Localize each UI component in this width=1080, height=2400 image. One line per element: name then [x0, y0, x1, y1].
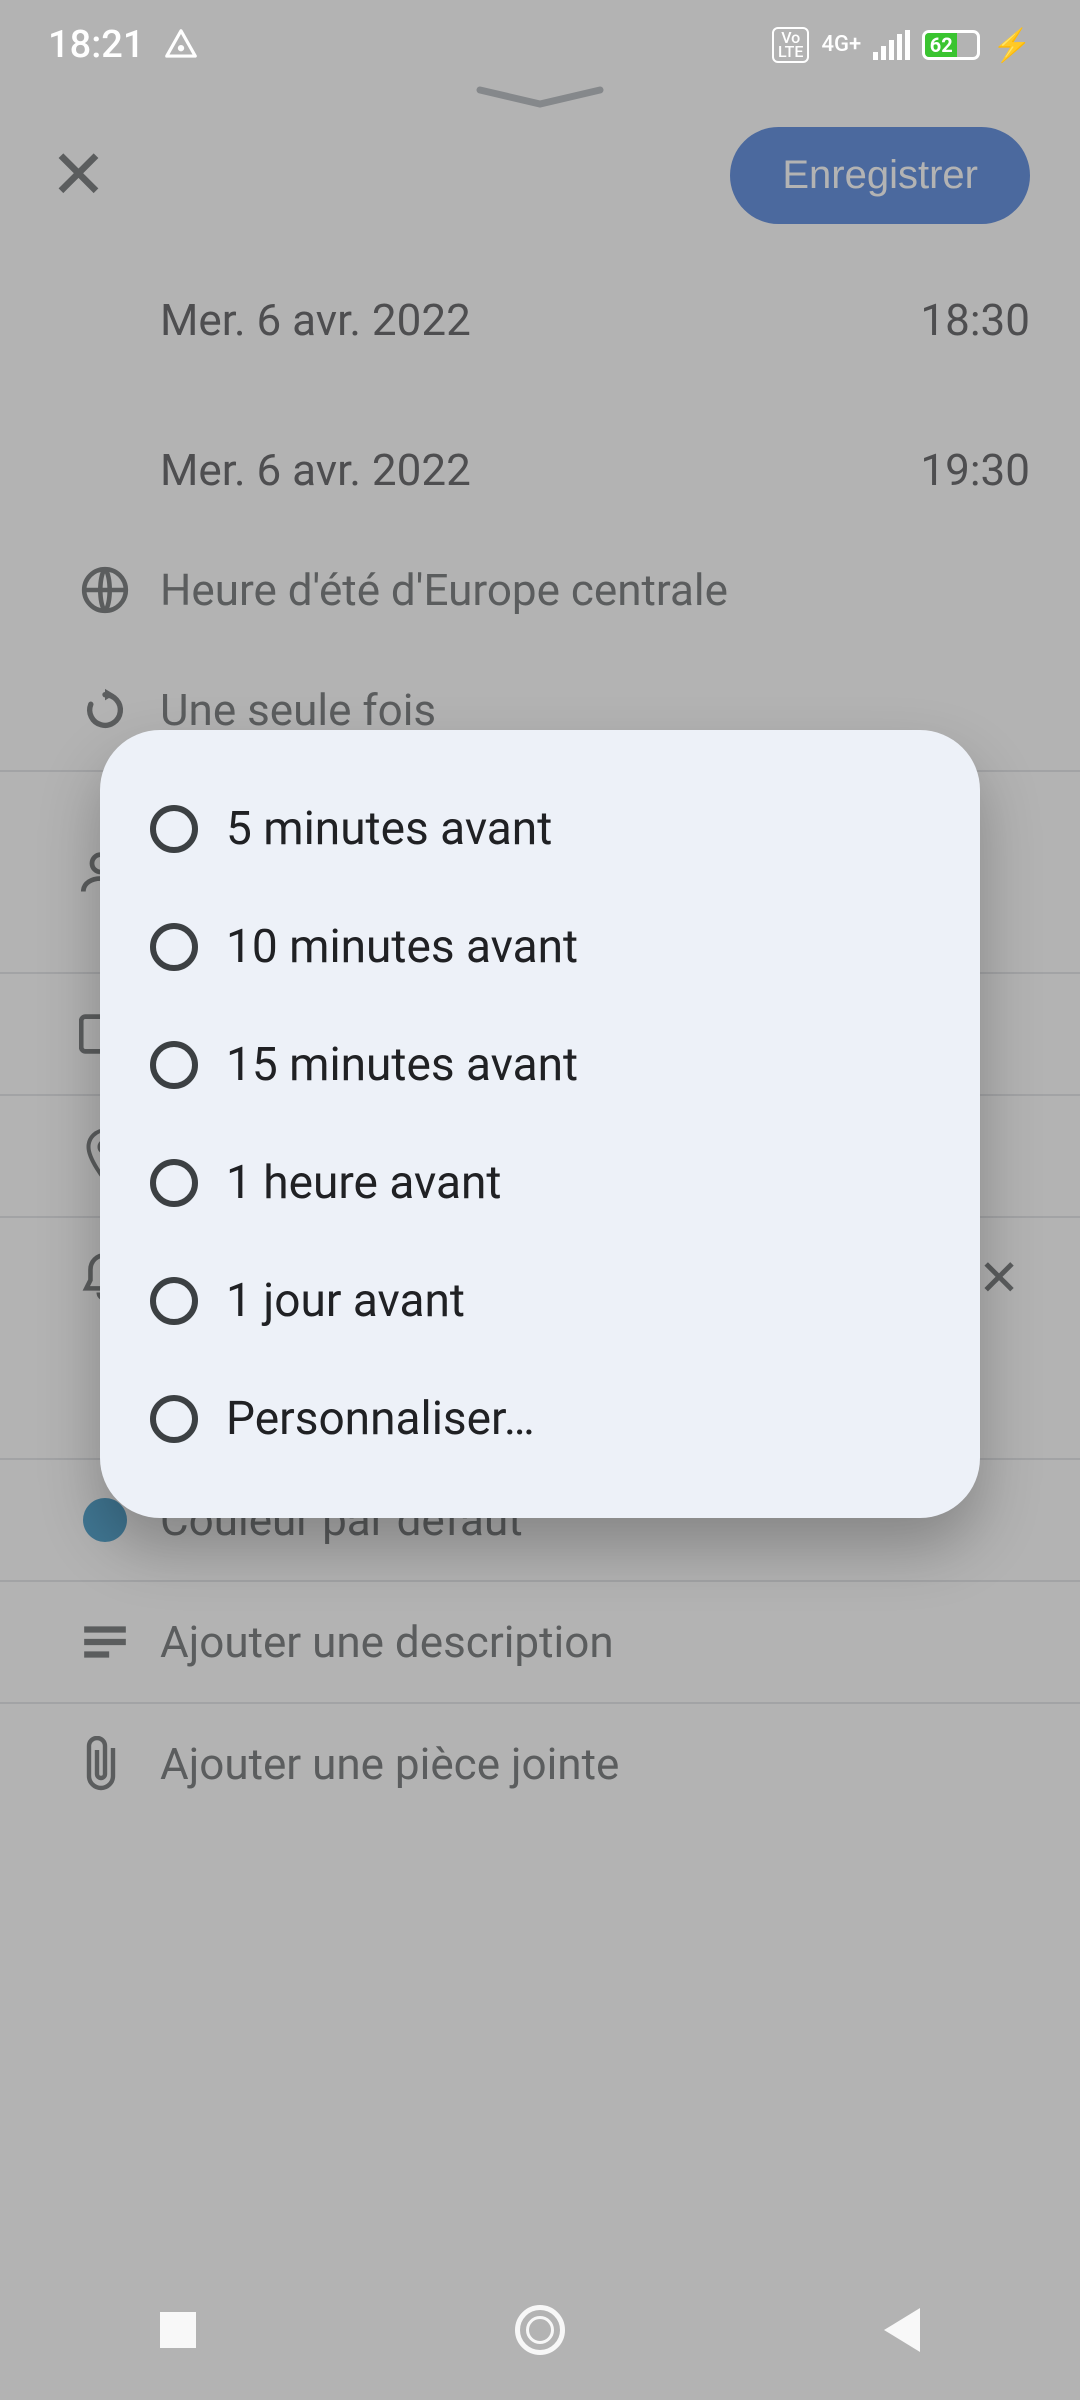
description-label: Ajouter une description [160, 1616, 1030, 1668]
recurrence-label: Une seule fois [160, 684, 1030, 736]
close-button[interactable]: ✕ [50, 141, 107, 209]
start-time[interactable]: 18:30 [920, 294, 1030, 346]
reminder-option-15min[interactable]: 15 minutes avant [100, 1006, 980, 1124]
network-type: 4G+ [821, 34, 861, 56]
radio-unchecked-icon [150, 1277, 198, 1325]
reminder-option-10min[interactable]: 10 minutes avant [100, 888, 980, 1006]
start-datetime-row[interactable]: Mer. 6 avr. 2022 18:30 [0, 260, 1080, 380]
reminder-option-custom[interactable]: Personnaliser… [100, 1360, 980, 1478]
nav-back-button[interactable] [884, 2308, 920, 2352]
nav-home-button[interactable] [515, 2305, 565, 2355]
status-bar: 18:21 VoLTE 4G+ 62 ⚡ [0, 0, 1080, 90]
battery-icon: 62 [922, 30, 980, 60]
radio-unchecked-icon [150, 1041, 198, 1089]
reminder-picker-dialog: 5 minutes avant 10 minutes avant 15 minu… [100, 730, 980, 1518]
end-datetime-row[interactable]: Mer. 6 avr. 2022 19:30 [0, 410, 1080, 530]
hotspot-icon [162, 26, 200, 64]
signal-icon [873, 30, 910, 60]
attachment-row[interactable]: Ajouter une pièce jointe [0, 1704, 1080, 1824]
app-bar: ✕ Enregistrer [0, 90, 1080, 260]
repeat-icon [82, 687, 128, 733]
charging-icon: ⚡ [992, 26, 1032, 64]
color-dot-icon [83, 1498, 127, 1542]
reminder-option-5min[interactable]: 5 minutes avant [100, 770, 980, 888]
reminder-option-1hour[interactable]: 1 heure avant [100, 1124, 980, 1242]
radio-unchecked-icon [150, 1395, 198, 1443]
remove-notification-button[interactable]: ✕ [978, 1249, 1030, 1308]
end-time[interactable]: 19:30 [920, 444, 1030, 496]
description-row[interactable]: Ajouter une description [0, 1582, 1080, 1702]
end-date[interactable]: Mer. 6 avr. 2022 [160, 444, 471, 496]
volte-icon: VoLTE [772, 27, 809, 63]
timezone-row[interactable]: Heure d'été d'Europe centrale [0, 530, 1080, 650]
radio-unchecked-icon [150, 1159, 198, 1207]
globe-icon [80, 565, 130, 615]
radio-unchecked-icon [150, 805, 198, 853]
battery-percent: 62 [925, 33, 957, 57]
system-nav-bar [0, 2260, 1080, 2400]
attachment-icon [85, 1736, 125, 1792]
reminder-option-1day[interactable]: 1 jour avant [100, 1242, 980, 1360]
status-time: 18:21 [48, 23, 144, 67]
nav-recents-button[interactable] [160, 2312, 196, 2348]
radio-unchecked-icon [150, 923, 198, 971]
start-date[interactable]: Mer. 6 avr. 2022 [160, 294, 471, 346]
timezone-label: Heure d'été d'Europe centrale [160, 564, 1030, 616]
notes-icon [80, 1622, 130, 1662]
save-button[interactable]: Enregistrer [730, 127, 1030, 224]
attachment-label: Ajouter une pièce jointe [160, 1738, 1030, 1790]
